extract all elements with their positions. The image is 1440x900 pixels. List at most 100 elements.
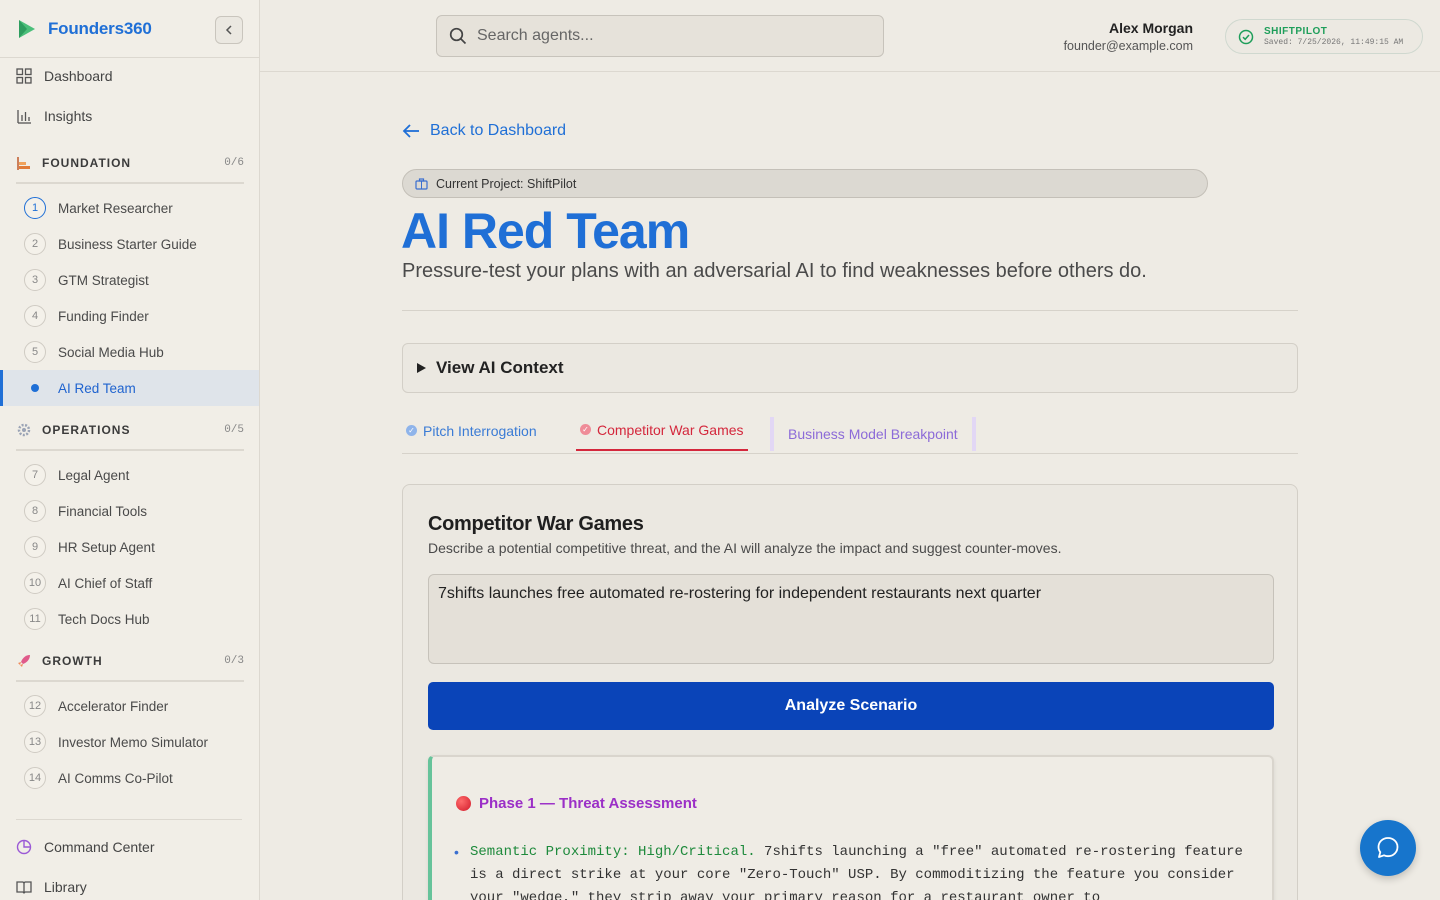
divider: [16, 819, 242, 820]
section-title: GROWTH: [42, 654, 103, 668]
sidebar-item-social-media-hub[interactable]: 5 Social Media Hub: [0, 334, 259, 370]
tab-label: Business Model Breakpoint: [788, 426, 958, 442]
nav-label: Library: [44, 879, 87, 895]
saved-timestamp: Saved: 7/25/2026, 11:49:15 AM: [1264, 38, 1404, 47]
sidebar-item-ai-chief-of-staff[interactable]: 10 AI Chief of Staff: [0, 565, 259, 601]
sidebar-item-label: GTM Strategist: [58, 272, 149, 288]
sidebar-item-ai-red-team[interactable]: AI Red Team: [0, 370, 259, 406]
collapse-sidebar-button[interactable]: [215, 16, 243, 44]
save-status-badge: SHIFTPILOT Saved: 7/25/2026, 11:49:15 AM: [1225, 19, 1423, 54]
section-growth: GROWTH 0/3: [16, 652, 244, 682]
section-header[interactable]: GROWTH 0/3: [16, 652, 244, 670]
sidebar-item-accelerator-finder[interactable]: 12 Accelerator Finder: [0, 688, 259, 724]
section-title: OPERATIONS: [42, 423, 131, 437]
step-number: 10: [24, 572, 46, 594]
nav-dashboard[interactable]: Dashboard: [16, 68, 113, 84]
section-header[interactable]: OPERATIONS 0/5: [16, 421, 244, 439]
phase-title: Phase 1 — Threat Assessment: [479, 795, 697, 812]
book-icon: [16, 881, 32, 894]
caret-right-icon: [417, 363, 426, 373]
back-link-label: Back to Dashboard: [430, 122, 567, 139]
sidebar-item-tech-docs-hub[interactable]: 11 Tech Docs Hub: [0, 601, 259, 637]
sidebar-item-label: Business Starter Guide: [58, 236, 197, 252]
sidebar-item-label: Social Media Hub: [58, 344, 164, 360]
tab-label: Pitch Interrogation: [423, 422, 537, 439]
analysis-bullet: Semantic Proximity: High/Critical. 7shif…: [454, 841, 1260, 900]
sidebar-item-legal-agent[interactable]: 7 Legal Agent: [0, 457, 259, 493]
sidebar-item-hr-setup-agent[interactable]: 9 HR Setup Agent: [0, 529, 259, 565]
sidebar-item-investor-memo-simulator[interactable]: 13 Investor Memo Simulator: [0, 724, 259, 760]
nav-label: Command Center: [44, 839, 155, 855]
step-number: 7: [24, 464, 46, 486]
section-operations: OPERATIONS 0/5: [16, 421, 244, 451]
bar-chart-icon: [17, 110, 31, 124]
nav-library[interactable]: Library: [16, 879, 87, 895]
project-name: SHIFTPILOT: [1264, 26, 1328, 37]
logo-icon: [19, 20, 35, 38]
sidebar-item-label: Market Researcher: [58, 200, 173, 216]
sidebar-item-label: HR Setup Agent: [58, 539, 155, 555]
section-header[interactable]: FOUNDATION 0/6: [16, 154, 244, 172]
scenario-input[interactable]: 7shifts launches free automated re-roste…: [428, 574, 1274, 664]
user-info[interactable]: Alex Morgan founder@example.com: [1064, 20, 1193, 53]
step-number: 8: [24, 500, 46, 522]
sidebar-item-label: Financial Tools: [58, 503, 148, 519]
ai-context-toggle[interactable]: View AI Context: [402, 343, 1298, 393]
check-icon: ✓: [406, 425, 417, 436]
brand[interactable]: Founders360: [16, 18, 152, 40]
sidebar-item-label: AI Comms Co-Pilot: [58, 770, 173, 786]
tab-pitch-interrogation[interactable]: ✓ Pitch Interrogation: [406, 410, 537, 451]
step-number: 12: [24, 695, 46, 717]
sidebar-item-market-researcher[interactable]: 1 Market Researcher: [0, 190, 259, 226]
analyze-scenario-button[interactable]: Analyze Scenario: [428, 682, 1274, 730]
sidebar-item-label: AI Chief of Staff: [58, 575, 153, 591]
sidebar-item-label: Legal Agent: [58, 467, 130, 483]
sidebar-item-gtm-strategist[interactable]: 3 GTM Strategist: [0, 262, 259, 298]
section-title: FOUNDATION: [42, 156, 132, 170]
section-foundation: FOUNDATION 0/6: [16, 154, 244, 184]
check-circle-icon: [1238, 29, 1254, 44]
section-divider: [16, 449, 244, 451]
tab-business-model-breakpoint[interactable]: Business Model Breakpoint: [770, 417, 976, 451]
phase-heading: Phase 1 — Threat Assessment: [456, 795, 697, 812]
section-divider: [16, 680, 244, 682]
context-label: View AI Context: [436, 358, 564, 377]
tab-label: Competitor War Games: [597, 421, 744, 438]
bullet-highlight: Semantic Proximity: High/Critical.: [470, 844, 756, 860]
check-icon: ✓: [580, 424, 591, 435]
sidebar-item-ai-comms-co-pilot[interactable]: 14 AI Comms Co-Pilot: [0, 760, 259, 796]
search-icon: [449, 27, 467, 45]
war-games-panel: Competitor War Games Describe a potentia…: [402, 484, 1298, 900]
step-number: 11: [24, 608, 46, 630]
step-number: 14: [24, 767, 46, 789]
sidebar-item-business-starter-guide[interactable]: 2 Business Starter Guide: [0, 226, 259, 262]
grid-icon: [16, 68, 32, 84]
mode-tabs: ✓ Pitch Interrogation ✓ Competitor War G…: [402, 410, 1298, 454]
rocket-icon: [18, 655, 30, 667]
arrow-left-icon: [402, 124, 419, 138]
step-number: 1: [24, 197, 46, 219]
panel-title: Competitor War Games: [428, 513, 644, 535]
brand-name: Founders360: [48, 19, 152, 38]
chat-bubble-icon: [1377, 837, 1399, 858]
search-box[interactable]: [436, 15, 884, 57]
chat-button[interactable]: [1360, 820, 1416, 876]
search-input[interactable]: [477, 27, 857, 45]
project-label: Current Project: ShiftPilot: [436, 176, 577, 191]
divider: [0, 57, 260, 58]
sidebar-item-label: Tech Docs Hub: [58, 611, 150, 627]
gear-icon: [17, 423, 31, 437]
nav-command-center[interactable]: Command Center: [16, 839, 155, 855]
sidebar-item-label: AI Red Team: [58, 380, 136, 396]
nav-insights[interactable]: Insights: [16, 108, 92, 124]
tab-competitor-war-games[interactable]: ✓ Competitor War Games: [576, 410, 748, 451]
sidebar-item-label: Accelerator Finder: [58, 698, 169, 714]
back-to-dashboard-link[interactable]: Back to Dashboard: [402, 122, 566, 140]
top-header: Alex Morgan founder@example.com SHIFTPIL…: [260, 0, 1440, 72]
step-number: 2: [24, 233, 46, 255]
step-number: 3: [24, 269, 46, 291]
sidebar-item-financial-tools[interactable]: 8 Financial Tools: [0, 493, 259, 529]
sidebar-item-label: Funding Finder: [58, 308, 149, 324]
sidebar-item-funding-finder[interactable]: 4 Funding Finder: [0, 298, 259, 334]
step-number: 13: [24, 731, 46, 753]
